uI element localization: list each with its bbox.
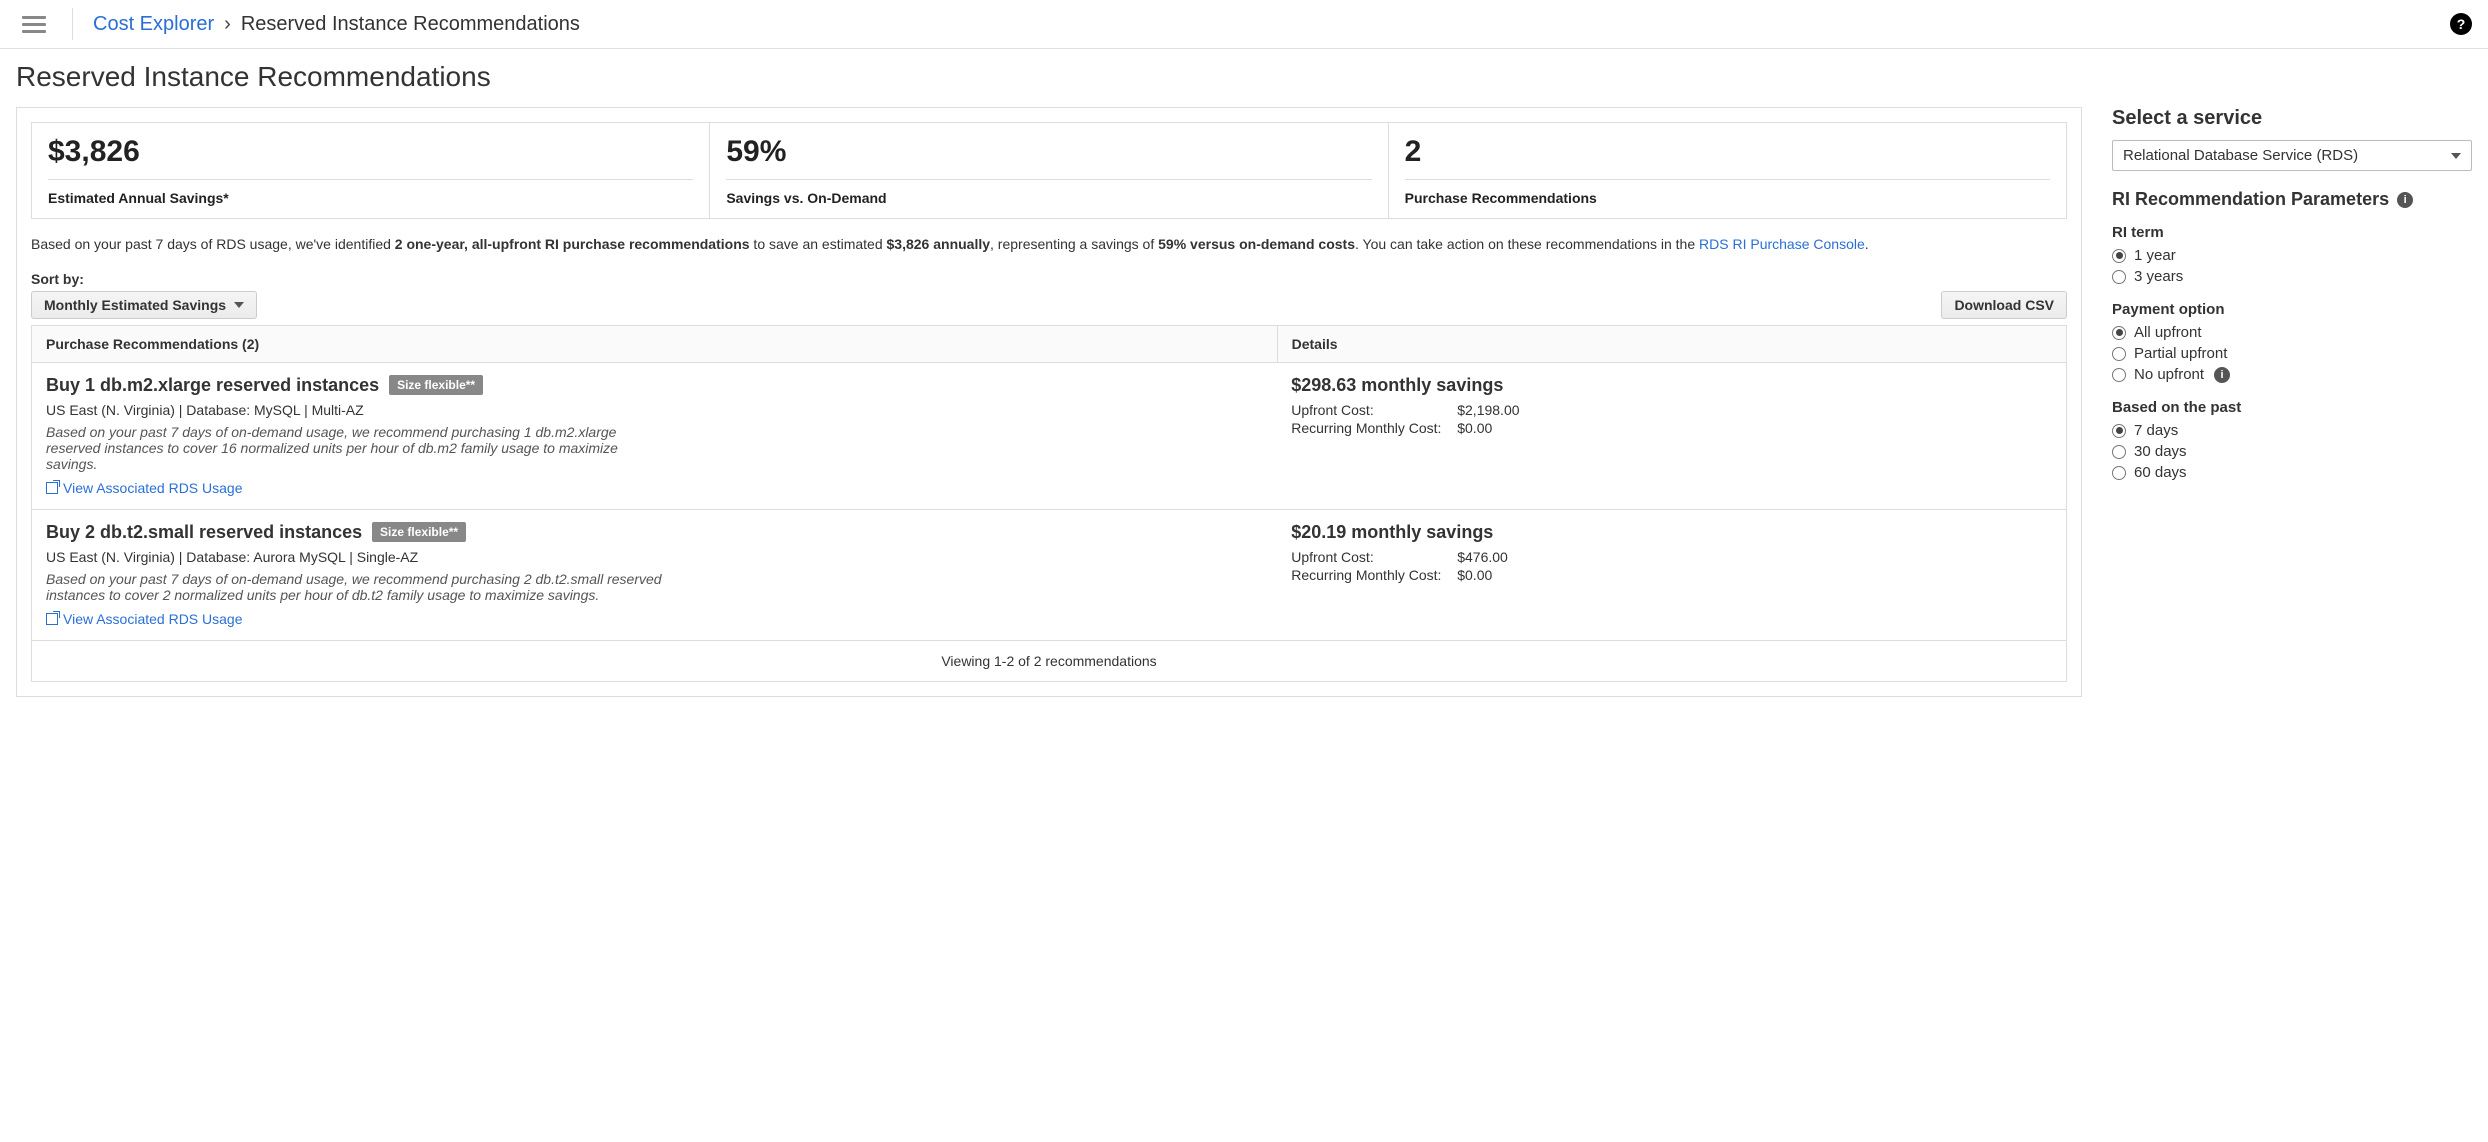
rec-subtitle: US East (N. Virginia) | Database: Aurora… (46, 549, 1263, 565)
ri-purchase-console-link[interactable]: RDS RI Purchase Console (1699, 236, 1865, 252)
radio-30-days[interactable]: 30 days (2112, 443, 2472, 460)
radio-icon (2112, 466, 2126, 480)
caret-down-icon (234, 302, 244, 308)
stat-annual-savings: $3,826 Estimated Annual Savings* (32, 123, 710, 218)
group-title: Payment option (2112, 301, 2472, 318)
upfront-cost: Upfront Cost: $476.00 (1291, 549, 2052, 565)
payment-option-group: Payment option All upfront Partial upfro… (2112, 301, 2472, 383)
radio-no-upfront[interactable]: No upfront i (2112, 366, 2472, 383)
sort-by-label: Sort by: (31, 271, 257, 287)
radio-partial-upfront[interactable]: Partial upfront (2112, 345, 2472, 362)
select-service-heading: Select a service (2112, 107, 2472, 130)
rec-subtitle: US East (N. Virginia) | Database: MySQL … (46, 402, 1263, 418)
stat-savings-pct: 59% Savings vs. On-Demand (710, 123, 1388, 218)
table-row: Buy 1 db.m2.xlarge reserved instances Si… (32, 363, 2066, 510)
sort-by-dropdown[interactable]: Monthly Estimated Savings (31, 291, 257, 319)
summary-stats: $3,826 Estimated Annual Savings* 59% Sav… (31, 122, 2067, 219)
service-select[interactable]: Relational Database Service (RDS) (2112, 140, 2472, 171)
main-panel: $3,826 Estimated Annual Savings* 59% Sav… (16, 107, 2082, 697)
radio-all-upfront[interactable]: All upfront (2112, 324, 2472, 341)
monthly-savings: $20.19 monthly savings (1291, 522, 2052, 543)
params-heading: RI Recommendation Parameters i (2112, 189, 2472, 210)
toolbar: Sort by: Monthly Estimated Savings Downl… (31, 271, 2067, 319)
radio-7-days[interactable]: 7 days (2112, 422, 2472, 439)
rec-description: Based on your past 7 days of on-demand u… (46, 571, 666, 603)
radio-60-days[interactable]: 60 days (2112, 464, 2472, 481)
group-title: RI term (2112, 224, 2472, 241)
breadcrumb: Cost Explorer › Reserved Instance Recomm… (93, 13, 580, 36)
caret-down-icon (2451, 153, 2461, 159)
radio-1-year[interactable]: 1 year (2112, 247, 2472, 264)
topbar: Cost Explorer › Reserved Instance Recomm… (0, 0, 2488, 49)
stat-value: 59% (726, 135, 1371, 169)
radio-icon (2112, 326, 2126, 340)
topbar-separator (72, 8, 73, 40)
radio-3-years[interactable]: 3 years (2112, 268, 2472, 285)
external-link-icon (46, 613, 58, 625)
breadcrumb-root[interactable]: Cost Explorer (93, 13, 214, 36)
table-footer: Viewing 1-2 of 2 recommendations (32, 641, 2066, 681)
radio-icon (2112, 270, 2126, 284)
table-header-left: Purchase Recommendations (2) (32, 326, 1278, 362)
rec-description: Based on your past 7 days of on-demand u… (46, 424, 666, 472)
stat-rec-count: 2 Purchase Recommendations (1389, 123, 2066, 218)
view-usage-link[interactable]: View Associated RDS Usage (46, 480, 243, 496)
radio-icon (2112, 249, 2126, 263)
download-csv-button[interactable]: Download CSV (1941, 291, 2067, 319)
radio-icon (2112, 368, 2126, 382)
group-title: Based on the past (2112, 399, 2472, 416)
recurring-cost: Recurring Monthly Cost: $0.00 (1291, 420, 2052, 436)
stat-label: Savings vs. On-Demand (726, 190, 1371, 206)
info-icon[interactable]: i (2214, 367, 2230, 383)
intro-text: Based on your past 7 days of RDS usage, … (31, 233, 2067, 255)
page-title: Reserved Instance Recommendations (16, 61, 2472, 93)
stat-value: 2 (1405, 135, 2050, 169)
stat-label: Estimated Annual Savings* (48, 190, 693, 206)
table-header-right: Details (1278, 326, 2066, 362)
stat-value: $3,826 (48, 135, 693, 169)
breadcrumb-current: Reserved Instance Recommendations (241, 13, 580, 36)
table-header: Purchase Recommendations (2) Details (32, 326, 2066, 363)
chevron-right-icon: › (224, 13, 231, 36)
based-on-past-group: Based on the past 7 days 30 days 60 days (2112, 399, 2472, 481)
table-row: Buy 2 db.t2.small reserved instances Siz… (32, 510, 2066, 641)
sidebar: Select a service Relational Database Ser… (2112, 107, 2472, 697)
recurring-cost: Recurring Monthly Cost: $0.00 (1291, 567, 2052, 583)
stat-label: Purchase Recommendations (1405, 190, 2050, 206)
size-flexible-badge: Size flexible** (372, 522, 466, 542)
help-icon[interactable]: ? (2450, 13, 2472, 35)
recommendations-table: Purchase Recommendations (2) Details Buy… (31, 325, 2067, 682)
external-link-icon (46, 482, 58, 494)
ri-term-group: RI term 1 year 3 years (2112, 224, 2472, 285)
monthly-savings: $298.63 monthly savings (1291, 375, 2052, 396)
size-flexible-badge: Size flexible** (389, 375, 483, 395)
info-icon[interactable]: i (2397, 192, 2413, 208)
radio-icon (2112, 347, 2126, 361)
upfront-cost: Upfront Cost: $2,198.00 (1291, 402, 2052, 418)
radio-icon (2112, 445, 2126, 459)
radio-icon (2112, 424, 2126, 438)
view-usage-link[interactable]: View Associated RDS Usage (46, 611, 243, 627)
menu-icon[interactable] (16, 10, 52, 39)
rec-title: Buy 2 db.t2.small reserved instances (46, 522, 362, 542)
rec-title: Buy 1 db.m2.xlarge reserved instances (46, 375, 379, 395)
